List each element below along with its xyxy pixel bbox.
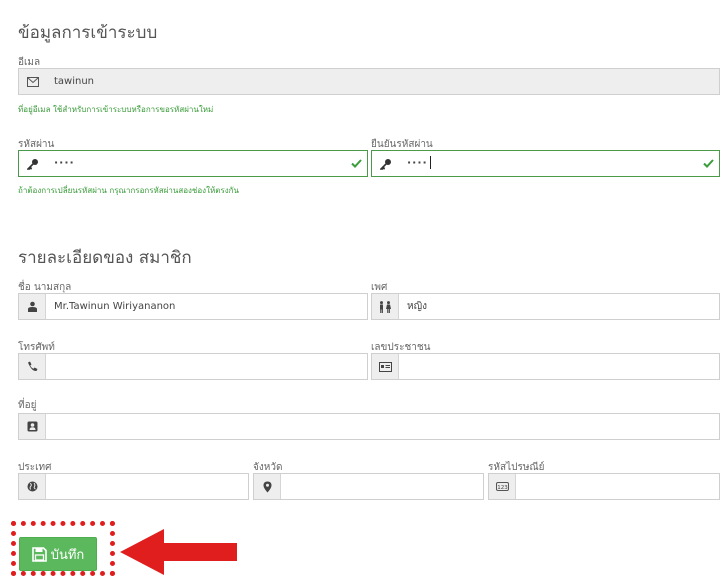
address-label: ที่อยู่	[18, 400, 37, 411]
key-icon	[372, 151, 399, 176]
email-help-text: ที่อยู่อีเมล ใช้สำหรับการเข้าระบบหรือการ…	[18, 105, 214, 114]
password-help-text: ถ้าต้องการเปลี่ยนรหัสผ่าน กรุณากรอกรหัสผ…	[18, 186, 239, 195]
country-value	[46, 474, 248, 499]
arrow-left-icon	[120, 529, 237, 575]
login-section-title: ข้อมูลการเข้าระบบ	[18, 23, 158, 43]
country-field[interactable]	[18, 473, 249, 500]
confirm-password-text: ····	[407, 155, 428, 169]
member-section-title: รายละเอียดของ สมาชิก	[18, 248, 192, 268]
phone-icon	[19, 354, 46, 379]
zip-code-value	[516, 474, 719, 499]
address-value	[46, 414, 719, 439]
globe-icon	[19, 474, 46, 499]
check-icon	[699, 151, 717, 176]
map-marker-icon	[254, 474, 281, 499]
check-icon	[347, 151, 365, 176]
key-icon	[19, 151, 46, 176]
province-field[interactable]	[253, 473, 484, 500]
name-value: Mr.Tawinun Wiriyananon	[54, 301, 176, 312]
male-female-icon	[372, 294, 399, 319]
province-value	[281, 474, 483, 499]
zip-code-field[interactable]: 123	[488, 473, 720, 500]
confirm-password-field[interactable]: ····	[371, 150, 720, 177]
id-card-icon	[372, 354, 399, 379]
phone-value	[46, 354, 367, 379]
phone-field[interactable]	[18, 353, 368, 380]
gender-value: หญิง	[407, 301, 427, 312]
id-number-field[interactable]	[371, 353, 720, 380]
highlight-box	[11, 521, 115, 576]
email-value: tawinun	[54, 76, 95, 87]
confirm-password-value: ····	[399, 151, 699, 176]
svg-text:123: 123	[497, 485, 508, 491]
zip-badge-icon: 123	[489, 474, 516, 499]
user-icon	[19, 294, 46, 319]
email-field[interactable]: tawinun	[18, 68, 720, 95]
name-field[interactable]: Mr.Tawinun Wiriyananon	[18, 293, 368, 320]
text-cursor	[429, 155, 431, 169]
address-field[interactable]	[18, 413, 720, 440]
password-field[interactable]: ····	[18, 150, 368, 177]
envelope-icon	[19, 69, 46, 94]
id-number-value	[399, 354, 719, 379]
password-value: ····	[54, 155, 75, 169]
address-book-icon	[19, 414, 46, 439]
gender-field[interactable]: หญิง	[371, 293, 720, 320]
